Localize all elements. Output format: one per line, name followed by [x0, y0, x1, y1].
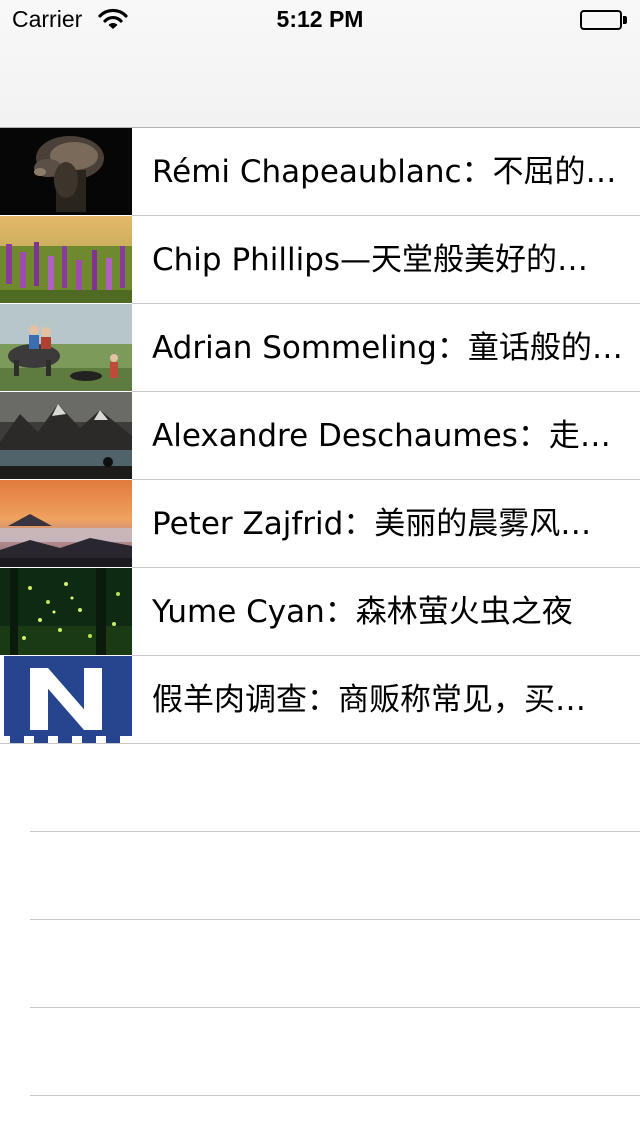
- news-logo-n-icon: [0, 656, 132, 743]
- news-title: Rémi Chapeaublanc：不屈的…: [152, 154, 617, 190]
- battery-icon: [580, 10, 628, 30]
- news-row[interactable]: Yume Cyan：森林萤火虫之夜: [0, 568, 640, 656]
- status-bar: Carrier 5:12 PM: [0, 0, 640, 40]
- empty-row: [0, 832, 640, 920]
- news-list-screen: Carrier 5:12 PM Rémi Chapeaublanc：不屈的… C…: [0, 0, 640, 1136]
- news-title: Yume Cyan：森林萤火虫之夜: [152, 594, 573, 630]
- news-title: 假羊肉调查：商贩称常见，买…: [152, 682, 586, 718]
- news-row[interactable]: Alexandre Deschaumes：走…: [0, 392, 640, 480]
- news-title: Adrian Sommeling：童话般的…: [152, 330, 623, 366]
- navigation-bar: Carrier 5:12 PM: [0, 0, 640, 128]
- status-time: 5:12 PM: [276, 6, 364, 32]
- news-row[interactable]: Peter Zajfrid：美丽的晨雾风…: [0, 480, 640, 568]
- news-thumbnail: [0, 392, 132, 479]
- empty-row: [0, 1008, 640, 1096]
- empty-row: [0, 920, 640, 1008]
- news-thumbnail: [0, 216, 132, 303]
- news-title: Peter Zajfrid：美丽的晨雾风…: [152, 506, 592, 542]
- news-row[interactable]: Chip Phillips—天堂般美好的…: [0, 216, 640, 304]
- news-row[interactable]: Adrian Sommeling：童话般的…: [0, 304, 640, 392]
- news-table[interactable]: Rémi Chapeaublanc：不屈的… Chip Phillips—天堂般…: [0, 128, 640, 1096]
- news-thumbnail: [0, 480, 132, 567]
- news-thumbnail: [0, 128, 132, 215]
- news-title: Alexandre Deschaumes：走…: [152, 418, 611, 454]
- news-row[interactable]: 假羊肉调查：商贩称常见，买…: [0, 656, 640, 744]
- news-thumbnail: [0, 568, 132, 655]
- news-title: Chip Phillips—天堂般美好的…: [152, 242, 589, 278]
- news-row[interactable]: Rémi Chapeaublanc：不屈的…: [0, 128, 640, 216]
- news-thumbnail: [0, 304, 132, 391]
- empty-row: [0, 744, 640, 832]
